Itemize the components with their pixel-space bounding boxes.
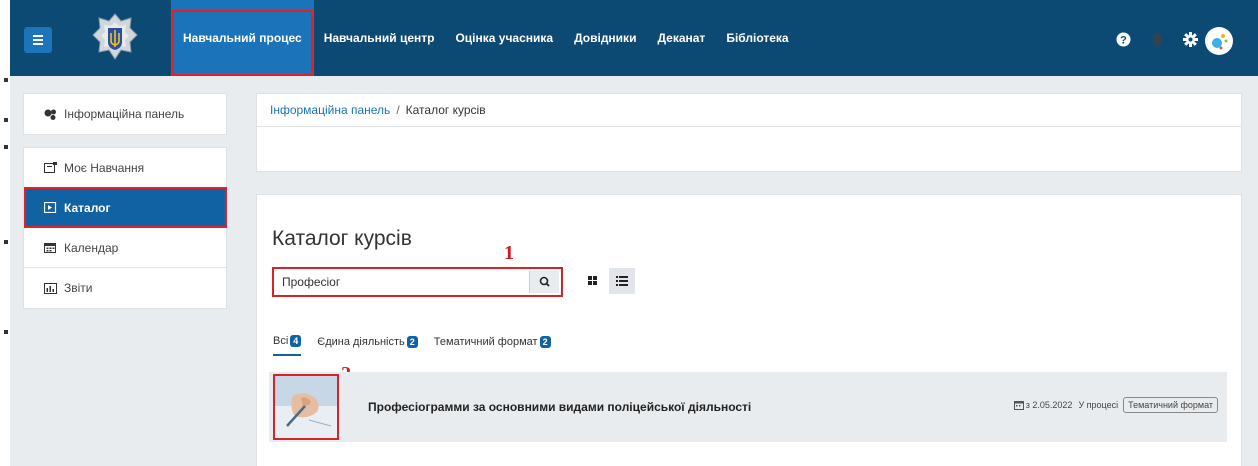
gear-icon[interactable] bbox=[1183, 32, 1198, 47]
breadcrumb-card: Інформаційна панель / Каталог курсів bbox=[256, 93, 1242, 172]
reports-icon bbox=[44, 282, 57, 294]
left-edge-strip bbox=[0, 0, 10, 466]
user-avatar[interactable] bbox=[1205, 27, 1233, 55]
sidebar-item-reports[interactable]: Звіти bbox=[24, 268, 226, 308]
menu-toggle-button[interactable] bbox=[24, 27, 52, 53]
top-navbar: Навчальний процес Навчальний центр Оцінк… bbox=[10, 0, 1258, 76]
dashboard-icon bbox=[44, 109, 56, 120]
list-icon bbox=[616, 276, 628, 286]
course-meta: з 2.05.2022 У процесі Тематичний формат bbox=[1013, 397, 1218, 413]
course-thumbnail[interactable] bbox=[273, 374, 339, 440]
search-box bbox=[272, 267, 563, 297]
grid-icon bbox=[588, 276, 597, 285]
sidebar-item-label: Каталог bbox=[64, 200, 111, 215]
svg-text:?: ? bbox=[1120, 35, 1127, 47]
count-badge: 2 bbox=[406, 336, 418, 348]
tab-all[interactable]: Всі 4 bbox=[273, 335, 302, 356]
search-input[interactable] bbox=[276, 271, 526, 293]
learning-icon bbox=[44, 162, 57, 173]
nav-item-learning-process[interactable]: Навчальний процес bbox=[171, 0, 314, 76]
tab-label: Всі bbox=[273, 335, 289, 347]
sidebar-item-label: Моє Навчання bbox=[64, 160, 145, 175]
tab-label: Тематичний формат bbox=[433, 336, 538, 348]
breadcrumb-link-dashboard[interactable]: Інформаційна панель bbox=[270, 103, 390, 117]
sidebar-item-dashboard[interactable]: Інформаційна панель bbox=[24, 94, 226, 134]
sidebar: Інформаційна панель Моє Навчання Каталог… bbox=[23, 93, 227, 309]
breadcrumb-current: Каталог курсів bbox=[405, 103, 486, 117]
catalog-icon bbox=[44, 202, 57, 213]
course-status: У процесі bbox=[1078, 400, 1119, 410]
calendar-icon bbox=[1013, 400, 1024, 410]
bell-icon[interactable] bbox=[1150, 32, 1165, 47]
search-icon bbox=[539, 276, 550, 287]
breadcrumb-separator: / bbox=[396, 103, 400, 117]
count-badge: 2 bbox=[539, 336, 551, 348]
tab-label: Єдина діяльність bbox=[317, 336, 405, 348]
page-title: Каталог курсів bbox=[272, 227, 412, 250]
calendar-icon bbox=[44, 243, 56, 253]
list-view-button[interactable] bbox=[609, 268, 635, 294]
nav-item-library[interactable]: Бібліотека bbox=[726, 31, 788, 45]
sidebar-item-catalog[interactable]: Каталог bbox=[24, 187, 227, 228]
sidebar-item-calendar[interactable]: Календар bbox=[24, 228, 226, 268]
course-list-item[interactable]: Професіограмми за основними видами поліц… bbox=[269, 372, 1227, 442]
annotation-marker-1: 1 bbox=[504, 242, 514, 264]
police-logo[interactable] bbox=[92, 13, 138, 63]
nav-item-training-center[interactable]: Навчальний центр bbox=[324, 31, 435, 45]
sidebar-item-label: Календар bbox=[64, 240, 119, 255]
tab-thematic-format[interactable]: Тематичний формат 2 bbox=[434, 336, 551, 355]
grid-view-button[interactable] bbox=[580, 268, 606, 294]
sidebar-item-label: Інформаційна панель bbox=[64, 107, 185, 121]
tab-unified-activity[interactable]: Єдина діяльність 2 bbox=[317, 336, 418, 355]
nav-item-references[interactable]: Довідники bbox=[574, 31, 636, 45]
course-format-badge: Тематичний формат bbox=[1123, 397, 1218, 413]
sidebar-item-my-learning[interactable]: Моє Навчання bbox=[24, 148, 226, 188]
nav-item-deanery[interactable]: Деканат bbox=[657, 31, 705, 45]
sidebar-item-label: Звіти bbox=[64, 281, 93, 295]
breadcrumb: Інформаційна панель / Каталог курсів bbox=[257, 94, 1241, 127]
course-date: з 2.05.2022 bbox=[1025, 400, 1073, 410]
count-badge: 4 bbox=[290, 335, 302, 347]
nav-item-participant-grade[interactable]: Оцінка учасника bbox=[455, 31, 553, 45]
course-filter-tabs: Всі 4 Єдина діяльність 2 Тематичний форм… bbox=[273, 335, 567, 356]
main-content: Інформаційна панель / Каталог курсів Кат… bbox=[256, 93, 1242, 466]
course-title[interactable]: Професіограмми за основними видами поліц… bbox=[368, 400, 751, 414]
writing-hand-image bbox=[275, 376, 337, 438]
help-icon[interactable]: ? bbox=[1116, 32, 1131, 47]
search-button[interactable] bbox=[529, 271, 559, 293]
